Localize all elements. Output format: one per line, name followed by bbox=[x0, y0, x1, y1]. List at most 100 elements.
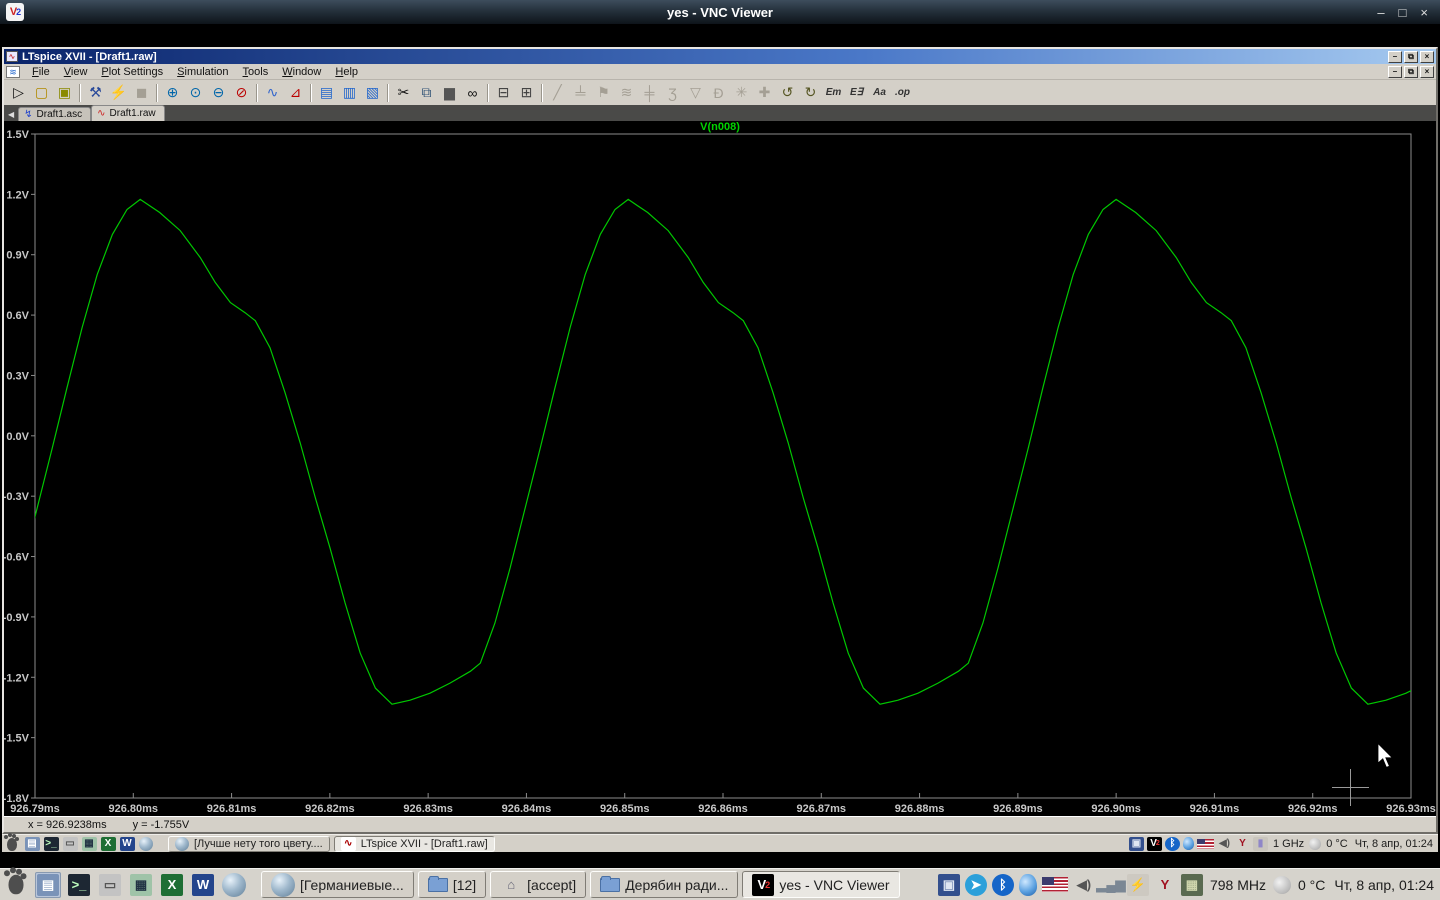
copy-button[interactable]: ⧉ bbox=[415, 82, 438, 103]
run-button[interactable]: ⚡ bbox=[107, 82, 130, 103]
rotate-button[interactable]: E∃ bbox=[845, 82, 868, 103]
vnc-tray-icon[interactable]: V2 bbox=[1147, 836, 1162, 851]
word-launcher[interactable]: W bbox=[119, 836, 135, 851]
find-button[interactable]: ∞ bbox=[461, 82, 484, 103]
host-excel-launcher[interactable]: X bbox=[159, 872, 185, 898]
autorange-y-button[interactable]: ∿ bbox=[261, 82, 284, 103]
taskbar-window-browser[interactable]: [Лучше нету того цвету.... bbox=[168, 835, 330, 852]
host-save-tray-icon[interactable]: ▣ bbox=[937, 873, 960, 896]
ltspice-tabbar: ◀ ↯ Draft1.asc ∿ Draft1.raw bbox=[4, 105, 1436, 121]
globe-launcher[interactable] bbox=[138, 836, 154, 851]
ltspice-close-button[interactable]: × bbox=[1420, 50, 1434, 63]
host-moon-tray-icon[interactable] bbox=[1272, 875, 1291, 894]
menu-simulation[interactable]: Simulation bbox=[170, 65, 235, 79]
spice-directive-button[interactable]: .op bbox=[891, 82, 914, 103]
file-manager-launcher[interactable]: ▤ bbox=[24, 836, 40, 851]
vnc-maximize-button[interactable]: □ bbox=[1399, 5, 1407, 20]
menu-tools[interactable]: Tools bbox=[236, 65, 276, 79]
zoom-full-extents-button[interactable]: ⊘ bbox=[230, 82, 253, 103]
menu-help[interactable]: Help bbox=[328, 65, 365, 79]
window-button-label: [Лучше нету того цвету.... bbox=[194, 837, 323, 850]
tab-scroll-left-icon[interactable]: ◀ bbox=[6, 110, 18, 121]
ltspice-titlebar[interactable]: ∿ LTspice XVII - [Draft1.raw] – ⧉ × bbox=[4, 49, 1436, 64]
zoom-out-button[interactable]: ⊖ bbox=[207, 82, 230, 103]
halt-button: ◼ bbox=[130, 82, 153, 103]
mouse-pointer bbox=[1377, 741, 1395, 774]
menu-foot-icon[interactable] bbox=[4, 835, 21, 851]
telegram-tray-icon[interactable]: ➤ bbox=[964, 873, 987, 896]
wine-tray-icon[interactable]: Y bbox=[1235, 837, 1250, 851]
zoom-in-button[interactable]: ⊕ bbox=[161, 82, 184, 103]
host-calculator-launcher[interactable]: ▦ bbox=[128, 872, 154, 898]
child-restore-button[interactable]: ⧉ bbox=[1404, 65, 1418, 78]
charger-tray-icon[interactable]: ⚡ bbox=[1126, 873, 1149, 896]
open-button[interactable]: ▢ bbox=[30, 82, 53, 103]
plot-settings-button[interactable]: ⊿ bbox=[284, 82, 307, 103]
menu-view[interactable]: View bbox=[57, 65, 95, 79]
host-word-launcher[interactable]: W bbox=[190, 872, 216, 898]
tile-horizontal-button[interactable]: ▤ bbox=[315, 82, 338, 103]
menu-file[interactable]: File bbox=[25, 65, 57, 79]
ltspice-minimize-button[interactable]: – bbox=[1388, 50, 1402, 63]
host-us-flag-tray-icon[interactable] bbox=[1041, 877, 1068, 892]
host-globe-launcher[interactable] bbox=[221, 872, 247, 898]
wire-icon: ╱ bbox=[553, 84, 562, 100]
tab-draft1-raw[interactable]: ∿ Draft1.raw bbox=[91, 105, 165, 121]
battery-tray-icon[interactable]: ▮ bbox=[1253, 836, 1268, 851]
waveform-plot[interactable]: 1.5V 1.2V 0.9V 0.6V 0.3V 0.0V -0.3V -0.6V -0.9V -… bbox=[4, 121, 1436, 816]
excel-launcher[interactable]: X bbox=[100, 836, 116, 851]
plot-pane[interactable] bbox=[34, 133, 1412, 799]
host-floppy-drive-launcher[interactable]: ▭ bbox=[97, 872, 123, 898]
host-window-vnc[interactable]: V 2 yes - VNC Viewer bbox=[742, 871, 900, 898]
text-button[interactable]: Aa bbox=[868, 82, 891, 103]
control-panel-button[interactable]: ⚒ bbox=[84, 82, 107, 103]
zoom-area-button[interactable]: ⊙ bbox=[184, 82, 207, 103]
terminal-launcher[interactable]: >_ bbox=[43, 836, 59, 851]
host-waterdrop-tray-icon[interactable] bbox=[1018, 873, 1037, 896]
host-window-deryabin[interactable]: Дерябин ради... bbox=[590, 871, 739, 898]
paste-button[interactable]: ▆ bbox=[438, 82, 461, 103]
cut-button[interactable]: ✂ bbox=[392, 82, 415, 103]
mirror-button[interactable]: Em bbox=[822, 82, 845, 103]
print-preview-button[interactable]: ⊞ bbox=[515, 82, 538, 103]
cascade-button[interactable]: ▧ bbox=[361, 82, 384, 103]
waterdrop-tray-icon[interactable] bbox=[1183, 837, 1194, 850]
calculator-launcher[interactable]: ▦ bbox=[81, 836, 97, 851]
tile-vertical-button[interactable]: ▥ bbox=[338, 82, 361, 103]
floppy-drive-launcher[interactable]: ▭ bbox=[62, 836, 78, 851]
bluetooth-tray-icon[interactable]: ᛒ bbox=[1165, 836, 1180, 851]
save-button[interactable]: ▣ bbox=[53, 82, 76, 103]
host-menu-foot-icon[interactable] bbox=[4, 870, 30, 898]
signal-bars-tray-icon[interactable]: ▂▄▆ bbox=[1096, 874, 1125, 896]
axis-icon: ⊿ bbox=[289, 84, 302, 100]
host-window-accept[interactable]: ⌂ [accept] bbox=[490, 871, 587, 898]
host-window-germanium[interactable]: [Германиевые... bbox=[261, 871, 414, 898]
waveform-plot-area[interactable]: V(n008) 1.5V 1.2V 0.9V 0.6V 0.3V 0.0V -0.3V -0.… bbox=[4, 121, 1436, 816]
moon-tray-icon[interactable] bbox=[1309, 837, 1322, 850]
new-schematic-button[interactable]: ▷ bbox=[7, 82, 30, 103]
redo-button[interactable]: ↻ bbox=[799, 82, 822, 103]
child-minimize-button[interactable]: – bbox=[1388, 65, 1402, 78]
vnc-close-button[interactable]: × bbox=[1420, 5, 1428, 20]
system-tray: ▣ ➤ ᛒ ◀) ▂▄▆ ⚡ Y ▦ 798 MHz 0 °C Чт, 8 апр, 01:24 bbox=[937, 873, 1436, 896]
host-terminal-launcher-icon: >_ bbox=[68, 873, 90, 896]
vnc-minimize-button[interactable]: – bbox=[1377, 5, 1384, 20]
save-tray-icon[interactable]: ▣ bbox=[1129, 836, 1144, 851]
host-terminal-launcher[interactable]: >_ bbox=[66, 872, 92, 898]
taskbar-window-ltspice[interactable]: ∿ LTspice XVII - [Draft1.raw] bbox=[333, 835, 495, 852]
host-wine-tray-icon[interactable]: Y bbox=[1154, 874, 1176, 896]
ltspice-restore-button[interactable]: ⧉ bbox=[1404, 50, 1418, 63]
host-volume-tray-icon[interactable]: ◀) bbox=[1073, 874, 1095, 896]
volume-tray-icon[interactable]: ◀) bbox=[1217, 837, 1232, 851]
us-flag-tray-icon[interactable] bbox=[1197, 838, 1214, 849]
menu-window[interactable]: Window bbox=[275, 65, 328, 79]
child-close-button[interactable]: × bbox=[1420, 65, 1434, 78]
print-button[interactable]: ⊟ bbox=[492, 82, 515, 103]
undo-button[interactable]: ↺ bbox=[776, 82, 799, 103]
tab-draft1-asc[interactable]: ↯ Draft1.asc bbox=[18, 107, 92, 121]
host-file-manager-launcher[interactable]: ▤ bbox=[35, 871, 61, 898]
cpu-chip-tray-icon[interactable]: ▦ bbox=[1180, 873, 1203, 896]
host-bluetooth-tray-icon[interactable]: ᛒ bbox=[991, 873, 1014, 896]
host-window-12[interactable]: [12] bbox=[417, 871, 487, 898]
menu-plot-settings[interactable]: Plot Settings bbox=[94, 65, 170, 79]
